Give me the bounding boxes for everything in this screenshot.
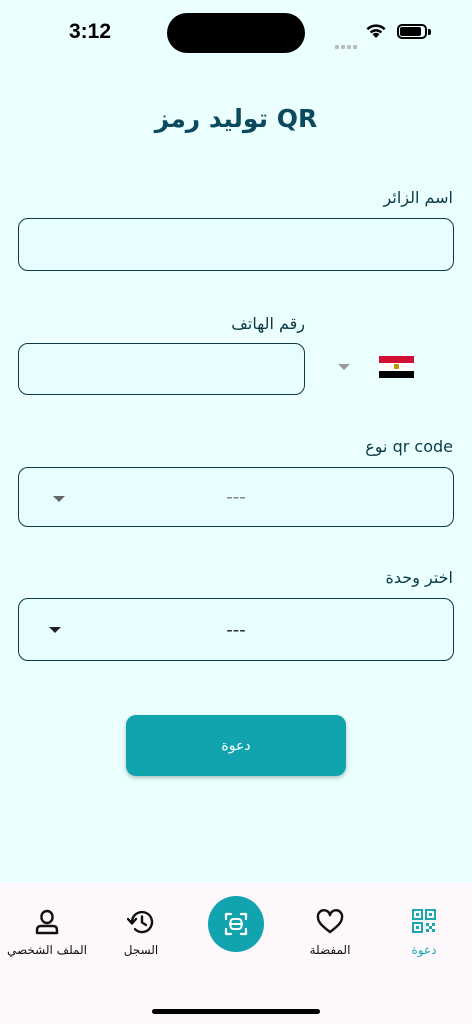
qr-type-value: --- bbox=[226, 486, 246, 508]
nav-item-invite[interactable]: دعوة bbox=[377, 883, 471, 973]
qr-type-label: نوع qr code bbox=[365, 437, 453, 456]
country-dropdown-caret-icon[interactable] bbox=[338, 364, 350, 370]
status-time: 3:12 bbox=[69, 20, 112, 43]
wifi-icon bbox=[366, 24, 386, 38]
nav-label-profile: الملف الشخصي bbox=[7, 943, 87, 957]
nav-item-history[interactable]: السجل bbox=[94, 883, 188, 973]
unit-label: اختر وحدة bbox=[385, 568, 453, 587]
nav-label-favorites: المفضلة bbox=[309, 943, 351, 957]
nav-item-favorites[interactable]: المفضلة bbox=[283, 883, 377, 973]
visitor-name-input[interactable] bbox=[18, 218, 454, 271]
home-indicator bbox=[152, 1009, 320, 1014]
page-title: توليد رمز QR bbox=[154, 104, 318, 133]
nav-label-history: السجل bbox=[123, 943, 159, 957]
battery-icon bbox=[397, 24, 431, 39]
nav-label-invite: دعوة bbox=[411, 943, 437, 957]
unit-value: --- bbox=[226, 619, 246, 640]
history-icon bbox=[127, 910, 154, 934]
scan-button[interactable] bbox=[208, 896, 264, 952]
unit-dropdown[interactable]: --- bbox=[18, 598, 454, 661]
visitor-name-label: اسم الزائر bbox=[383, 188, 453, 207]
phone-label: رقم الهاتف bbox=[231, 314, 305, 333]
egypt-flag-icon[interactable] bbox=[379, 356, 414, 378]
status-bar: 3:12 bbox=[0, 0, 472, 64]
scan-icon bbox=[224, 912, 248, 936]
dynamic-island bbox=[167, 13, 305, 53]
phone-input[interactable] bbox=[18, 343, 305, 395]
qr-icon bbox=[412, 909, 436, 933]
heart-icon bbox=[316, 909, 344, 934]
invite-button[interactable]: دعوة bbox=[126, 715, 346, 776]
chevron-down-icon bbox=[53, 496, 65, 502]
profile-icon bbox=[35, 909, 59, 935]
nav-item-profile[interactable]: الملف الشخصي bbox=[0, 883, 94, 973]
chevron-down-icon bbox=[49, 627, 61, 633]
cellular-signal-icon bbox=[335, 34, 359, 53]
qr-type-dropdown[interactable]: --- bbox=[18, 467, 454, 527]
